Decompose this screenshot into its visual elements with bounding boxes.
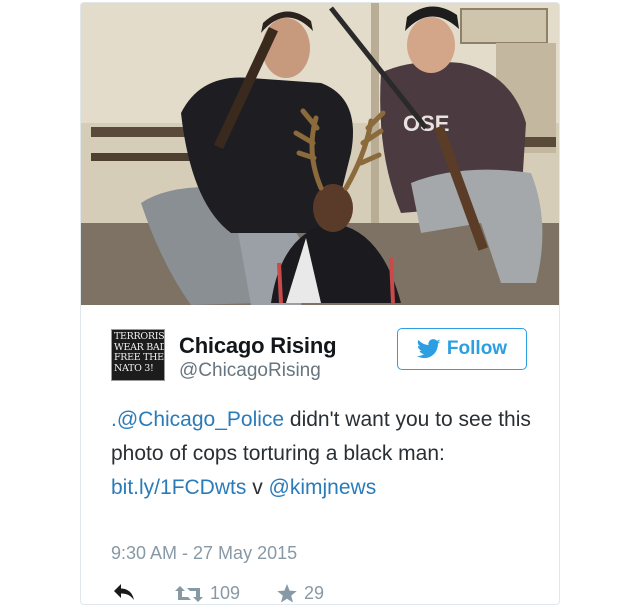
via-text: v: [246, 476, 269, 499]
tweet-timestamp[interactable]: 9:30 AM - 27 May 2015: [111, 543, 297, 564]
tweet-photo[interactable]: OSE: [81, 3, 559, 305]
avatar[interactable]: TERRORISTS WEAR BADGES FREE THE NATO 3!: [111, 329, 165, 381]
twitter-bird-icon: [416, 339, 441, 359]
via-handle-link[interactable]: @kimjnews: [269, 476, 377, 499]
author-handle[interactable]: @ChicagoRising: [179, 360, 321, 382]
tweet-actions: 109 29: [111, 583, 531, 604]
retweet-icon: [175, 585, 203, 602]
avatar-lettering: TERRORISTS WEAR BADGES FREE THE NATO 3!: [114, 331, 165, 374]
retweet-count: 109: [210, 583, 241, 603]
reply-button[interactable]: [113, 583, 135, 601]
favorite-button[interactable]: 29: [276, 583, 324, 604]
tweet-card: OSE TERRORISTS WEAR BADGES FREE THE NATO…: [80, 2, 560, 605]
tweet-text: .@Chicago_Police didn't want you to see …: [111, 403, 531, 505]
photo-image: OSE: [81, 3, 559, 305]
follow-button[interactable]: Follow: [397, 328, 527, 370]
retweet-button[interactable]: 109: [174, 583, 240, 604]
mention-link[interactable]: .@Chicago_Police: [111, 408, 284, 431]
tweet-header: TERRORISTS WEAR BADGES FREE THE NATO 3! …: [111, 326, 531, 386]
author-name[interactable]: Chicago Rising: [179, 333, 337, 359]
url-link[interactable]: bit.ly/1FCDwts: [111, 476, 246, 499]
star-icon: [277, 584, 297, 603]
follow-label: Follow: [446, 338, 508, 359]
reply-icon: [114, 584, 134, 600]
favorite-count: 29: [304, 583, 325, 603]
